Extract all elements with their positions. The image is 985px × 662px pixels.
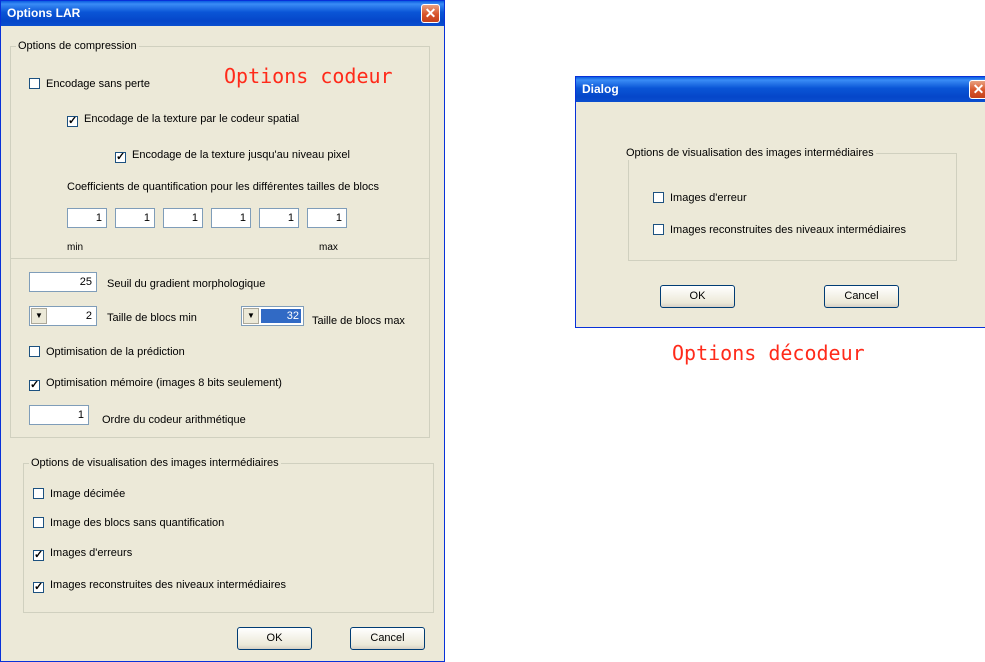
error-images-label: Images d'erreurs — [50, 547, 133, 559]
blocks-image-label: Image des blocs sans quantification — [50, 517, 225, 529]
chevron-down-icon[interactable]: ▼ — [243, 308, 259, 324]
max-label: max — [319, 242, 338, 253]
close-icon[interactable]: ✕ — [969, 80, 985, 99]
lossless-check — [29, 78, 40, 89]
texture-pixel-label: Encodage de la texture jusqu'au niveau p… — [132, 149, 350, 161]
error-images-checkbox[interactable]: ✓ Images d'erreurs — [33, 547, 132, 561]
lossless-checkbox[interactable]: Encodage sans perte — [29, 78, 150, 91]
min-block-size-label: Taille de blocs min — [107, 312, 197, 324]
check-icon: ✓ — [33, 549, 44, 561]
chevron-down-icon[interactable]: ▼ — [31, 308, 47, 324]
check-icon: ✓ — [115, 151, 126, 163]
min-block-size-value: 2 — [85, 310, 92, 322]
max-block-size-label: Taille de blocs max — [312, 315, 405, 327]
gradient-threshold-field[interactable]: 25 — [29, 272, 97, 292]
min-label: min — [67, 242, 84, 253]
coefficient-field-6[interactable]: 1 — [307, 208, 347, 228]
reconstructed-images-label: Images reconstruites des niveaux intermé… — [50, 579, 287, 591]
texture-pixel-checkbox[interactable]: ✓ Encodage de la texture jusqu'au niveau … — [115, 149, 350, 163]
arithmetic-order-label: Ordre du codeur arithmétique — [102, 414, 246, 426]
prediction-checkbox[interactable]: Optimisation de la prédiction — [29, 346, 185, 359]
decimated-image-check — [33, 488, 44, 499]
gradient-threshold-label: Seuil du gradient morphologique — [107, 278, 266, 290]
ok-button[interactable]: OK — [237, 627, 312, 650]
dialog-error-images-checkbox[interactable]: Images d'erreur — [653, 192, 747, 205]
min-block-size-dropdown[interactable]: ▼ 2 — [29, 306, 97, 326]
dialog-visualisation-group: Options de visualisation des images inte… — [624, 147, 957, 261]
memory-checkbox[interactable]: ✓ Optimisation mémoire (images 8 bits seu… — [29, 377, 282, 391]
coefficient-field-2[interactable]: 1 — [115, 208, 155, 228]
visualisation-group-title: Options de visualisation des images inte… — [29, 457, 281, 470]
memory-label: Optimisation mémoire (images 8 bits seul… — [46, 377, 282, 389]
dialog-reconstructed-images-check — [653, 224, 664, 235]
dialog-error-images-check — [653, 192, 664, 203]
prediction-check — [29, 346, 40, 357]
close-icon[interactable]: ✕ — [421, 4, 440, 23]
reconstructed-images-checkbox[interactable]: ✓ Images reconstruites des niveaux interm… — [33, 579, 286, 593]
check-icon: ✓ — [33, 581, 44, 593]
dialog-reconstructed-images-checkbox[interactable]: Images reconstruites des niveaux intermé… — [653, 224, 906, 237]
group-divider — [11, 258, 429, 259]
max-block-size-value: 32 — [261, 309, 301, 323]
cancel-button[interactable]: Cancel — [350, 627, 425, 650]
dialog-titlebar[interactable]: Dialog — [576, 77, 985, 102]
blocks-image-check — [33, 517, 44, 528]
coefficient-field-1[interactable]: 1 — [67, 208, 107, 228]
dialog-ok-button[interactable]: OK — [660, 285, 735, 308]
decimated-image-checkbox[interactable]: Image décimée — [33, 488, 125, 501]
dialog-error-images-label: Images d'erreur — [670, 192, 747, 204]
dialog-cancel-button[interactable]: Cancel — [824, 285, 899, 308]
coefficient-field-3[interactable]: 1 — [163, 208, 203, 228]
texture-spatial-checkbox[interactable]: ✓ Encodage de la texture par le codeur sp… — [67, 113, 299, 127]
options-lar-titlebar[interactable]: Options LAR — [1, 1, 444, 26]
lossless-label: Encodage sans perte — [46, 78, 150, 90]
check-icon: ✓ — [29, 379, 40, 391]
max-block-size-dropdown[interactable]: ▼ 32 — [241, 306, 304, 326]
coefficient-field-5[interactable]: 1 — [259, 208, 299, 228]
dialog-visualisation-group-title: Options de visualisation des images inte… — [624, 147, 876, 160]
compression-group-title: Options de compression — [16, 40, 139, 53]
check-icon: ✓ — [67, 115, 78, 127]
options-lar-title: Options LAR — [7, 6, 81, 20]
dialog-window: Dialog ✕ Options de visualisation des im… — [575, 76, 985, 328]
coefficients-label: Coefficients de quantification pour les … — [67, 181, 380, 193]
encoder-options-caption: Options codeur — [224, 64, 393, 88]
dialog-reconstructed-images-label: Images reconstruites des niveaux intermé… — [670, 224, 907, 236]
dialog-title: Dialog — [582, 82, 619, 96]
texture-spatial-label: Encodage de la texture par le codeur spa… — [84, 113, 300, 125]
arithmetic-order-field[interactable]: 1 — [29, 405, 89, 425]
blocks-image-checkbox[interactable]: Image des blocs sans quantification — [33, 517, 224, 530]
decoder-options-caption: Options décodeur — [672, 341, 865, 365]
coefficient-field-4[interactable]: 1 — [211, 208, 251, 228]
options-lar-window: Options LAR ✕ Options de compression Enc… — [0, 0, 445, 662]
prediction-label: Optimisation de la prédiction — [46, 346, 185, 358]
decimated-image-label: Image décimée — [50, 488, 126, 500]
